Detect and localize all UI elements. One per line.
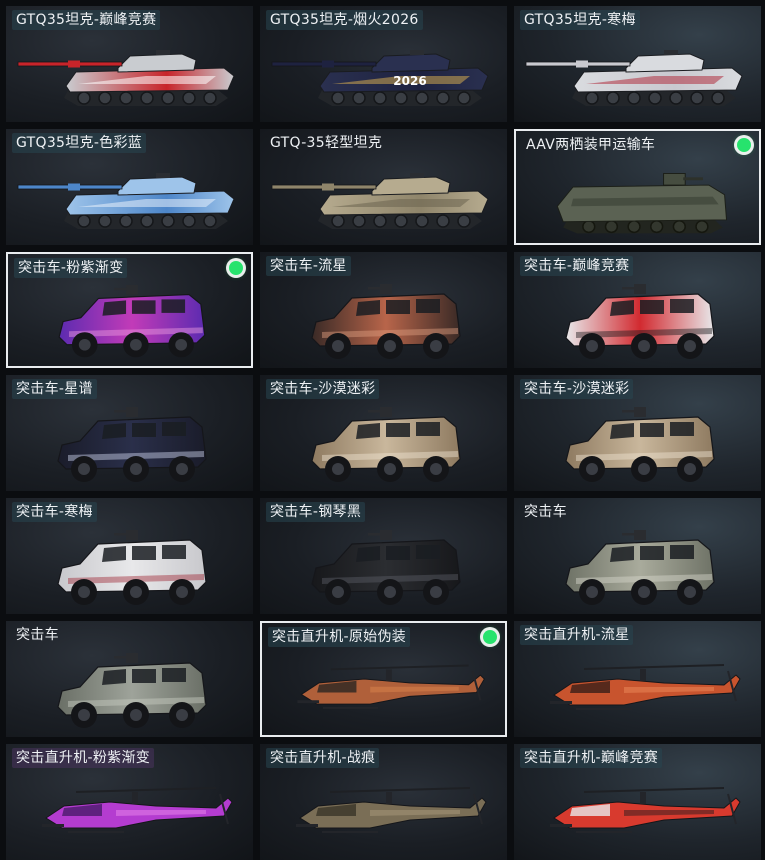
vehicle-skin-grid: GTQ35坦克-巅峰竞赛 2026 GTQ35坦克-烟火2026 GTQ35坦克-寒梅…: [6, 6, 761, 860]
vehicle-skin-card[interactable]: 突击车-钢琴黑: [260, 498, 507, 614]
vehicle-skin-label: 突击车: [524, 504, 567, 520]
vehicle-skin-label: GTQ35坦克-寒梅: [520, 10, 640, 30]
vehicle-skin-card[interactable]: GTQ35坦克-巅峰竞赛: [6, 6, 253, 122]
vehicle-skin-card[interactable]: 突击直升机-巅峰竞赛: [514, 744, 761, 860]
vehicle-skin-card[interactable]: 突击车-星谱: [6, 375, 253, 491]
vehicle-skin-card[interactable]: 2026 GTQ35坦克-烟火2026: [260, 6, 507, 122]
vehicle-skin-label: GTQ35坦克-巅峰竞赛: [12, 10, 161, 30]
vehicle-skin-card[interactable]: 突击车-沙漠迷彩: [260, 375, 507, 491]
vehicle-skin-label: 突击直升机-巅峰竞赛: [520, 748, 663, 768]
vehicle-skin-card[interactable]: 突击车-寒梅: [6, 498, 253, 614]
vehicle-skin-label: 突击车: [16, 627, 59, 643]
tank-decal-text: 2026: [393, 74, 426, 88]
vehicle-skin-label: GTQ35坦克-烟火2026: [266, 10, 423, 30]
vehicle-skin-card[interactable]: 突击直升机-战痕: [260, 744, 507, 860]
vehicle-skin-label: 突击车-粉紫渐变: [14, 258, 128, 278]
vehicle-skin-label: 突击直升机-流星: [520, 625, 634, 645]
vehicle-skin-label: 突击直升机-战痕: [266, 748, 380, 768]
vehicle-skin-card[interactable]: GTQ-35轻型坦克: [260, 129, 507, 245]
vehicle-skin-label: 突击车-星谱: [12, 379, 97, 399]
vehicle-skin-label: 突击车-巅峰竞赛: [520, 256, 634, 276]
vehicle-skin-label: 突击车-沙漠迷彩: [520, 379, 634, 399]
vehicle-skin-card[interactable]: 突击车-流星: [260, 252, 507, 368]
vehicle-skin-card[interactable]: 突击车: [514, 498, 761, 614]
vehicle-skin-label: 突击直升机-原始伪装: [268, 627, 411, 647]
vehicle-skin-card[interactable]: 突击车-粉紫渐变: [6, 252, 253, 368]
vehicle-skin-label: GTQ35坦克-色彩蓝: [12, 133, 147, 153]
vehicle-skin-label: 突击车-沙漠迷彩: [266, 379, 380, 399]
vehicle-skin-label: GTQ-35轻型坦克: [270, 135, 383, 151]
vehicle-skin-card[interactable]: AAV两栖装甲运输车: [514, 129, 761, 245]
vehicle-skin-card[interactable]: GTQ35坦克-寒梅: [514, 6, 761, 122]
vehicle-skin-label: 突击车-流星: [266, 256, 351, 276]
vehicle-skin-card[interactable]: 突击车-沙漠迷彩: [514, 375, 761, 491]
equipped-indicator-icon: [737, 138, 751, 152]
vehicle-skin-card[interactable]: 突击车: [6, 621, 253, 737]
vehicle-skin-label: 突击直升机-粉紫渐变: [12, 748, 155, 768]
vehicle-skin-card[interactable]: GTQ35坦克-色彩蓝: [6, 129, 253, 245]
vehicle-skin-label: 突击车-寒梅: [12, 502, 97, 522]
equipped-indicator-icon: [229, 261, 243, 275]
vehicle-skin-card[interactable]: 突击直升机-原始伪装: [260, 621, 507, 737]
vehicle-skin-card[interactable]: 突击车-巅峰竞赛: [514, 252, 761, 368]
vehicle-skin-card[interactable]: 突击直升机-流星: [514, 621, 761, 737]
vehicle-skin-card[interactable]: 突击直升机-粉紫渐变: [6, 744, 253, 860]
vehicle-skin-label: 突击车-钢琴黑: [266, 502, 366, 522]
vehicle-skin-label: AAV两栖装甲运输车: [526, 137, 656, 153]
equipped-indicator-icon: [483, 630, 497, 644]
